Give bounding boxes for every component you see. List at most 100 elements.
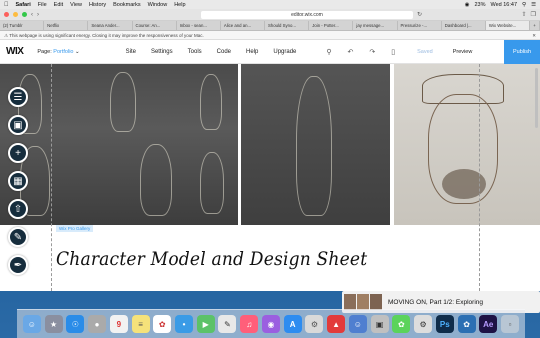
utility-icon[interactable]: ⚙ (414, 315, 433, 333)
chevron-down-icon: ⌄ (75, 48, 80, 55)
gallery-image-figures[interactable] (0, 64, 238, 225)
background-icon[interactable]: ▣ (8, 115, 28, 135)
tab-course[interactable]: Course: An... (133, 21, 177, 30)
tab-inbox[interactable]: Inbox - sean... (177, 21, 221, 30)
calendar-icon[interactable]: 9 (109, 315, 128, 333)
reload-icon[interactable]: ↻ (417, 11, 422, 18)
pen-icon[interactable]: ✒ (8, 255, 28, 275)
launchpad-icon[interactable]: ★ (44, 315, 63, 333)
photos-icon[interactable]: ✿ (153, 315, 172, 333)
tab-pressurize[interactable]: Pressurize -... (398, 21, 442, 30)
apple-menu-icon[interactable]:  (4, 2, 9, 8)
notification-text: MOVING ON, Part 1/2: Exploring (388, 298, 484, 306)
preview-button[interactable]: Preview (453, 49, 473, 55)
nav-help[interactable]: Help (246, 49, 258, 55)
share-icon[interactable]: ⇧ (522, 11, 527, 18)
red-app-icon[interactable]: ▲ (327, 315, 346, 333)
page-label: Page: (37, 48, 52, 55)
energy-warning-text: This webpage is using significant energy… (9, 33, 204, 38)
address-bar[interactable]: editor.wix.com (201, 10, 413, 19)
menu-window[interactable]: Window (148, 2, 168, 8)
close-warning-icon[interactable]: ✕ (532, 31, 536, 40)
battery-percent[interactable]: 23% (475, 2, 486, 8)
menu-help[interactable]: Help (174, 2, 185, 8)
facetime-icon[interactable]: ▶ (196, 315, 215, 333)
mobile-view-icon[interactable]: ▯ (391, 48, 395, 56)
green-app-icon[interactable]: ✿ (392, 315, 411, 333)
photoshop-icon[interactable]: Ps (435, 315, 454, 333)
guide-line-right (479, 64, 480, 291)
add-apps-icon[interactable]: ▦ (8, 171, 28, 191)
messages-icon[interactable]: • (175, 315, 193, 333)
forward-icon[interactable]: › (37, 12, 39, 18)
menu-view[interactable]: View (70, 2, 82, 8)
butterfly-app-icon[interactable]: ✿ (457, 315, 476, 333)
menu-bookmarks[interactable]: Bookmarks (113, 2, 141, 8)
wix-logo[interactable]: WIX (6, 46, 24, 57)
settings-icon[interactable]: ⚙ (305, 315, 324, 333)
app-store-icon[interactable]: A (283, 315, 302, 333)
tab-jay[interactable]: jay message... (353, 21, 398, 30)
safari-icon[interactable]: ☉ (66, 315, 85, 333)
tab-netflix[interactable]: Netflix (44, 21, 89, 30)
notes-icon[interactable]: ≡ (131, 315, 150, 333)
pages-icon[interactable]: ✎ (218, 315, 237, 333)
gallery-image-portrait[interactable] (394, 64, 540, 225)
upload-icon[interactable]: ⇧ (8, 199, 28, 219)
zoom-icon[interactable]: ⚲ (326, 48, 331, 56)
blog-icon[interactable]: ✎ (8, 227, 28, 247)
show-tabs-icon[interactable]: ❐ (531, 11, 536, 18)
editor-canvas[interactable]: Wix Pro Gallery Character Model and Desi… (0, 64, 540, 291)
macos-menu-bar:  Safari File Edit View History Bookmark… (0, 0, 540, 9)
warning-icon: ⚠ (4, 33, 9, 38)
photos-app-icon[interactable]: ● (88, 315, 107, 333)
clock[interactable]: Wed 16:47 (491, 2, 518, 8)
scrollbar[interactable] (535, 68, 538, 128)
menu-history[interactable]: History (89, 2, 106, 8)
publish-button[interactable]: Publish (504, 40, 540, 64)
tab-alice[interactable]: Alice and an... (221, 21, 266, 30)
after-effects-icon[interactable]: Ae (479, 315, 498, 333)
menu-edit[interactable]: Edit (54, 2, 63, 8)
tab-should[interactable]: Should Syno... (265, 21, 310, 30)
safari-window: ‹ › editor.wix.com ↻ ⇧ ❐ (2) Tumblr Netf… (0, 9, 540, 291)
nav-tools[interactable]: Tools (188, 49, 202, 55)
nav-code[interactable]: Code (217, 49, 231, 55)
page-heading[interactable]: Character Model and Design Sheet (56, 248, 367, 270)
tab-wix-website[interactable]: Wix Website... (485, 21, 531, 30)
finder-icon[interactable]: ☺ (22, 315, 41, 333)
menu-list-icon[interactable]: ☰ (531, 2, 536, 8)
saved-status: Saved (417, 48, 433, 55)
menu-app-name[interactable]: Safari (16, 2, 31, 8)
tab-tumblr[interactable]: (2) Tumblr (0, 21, 45, 30)
wix-tools: ⚲ ↶ ↷ ▯ (326, 48, 395, 56)
page-selector[interactable]: Page: Portfolio ⌄ (37, 49, 79, 55)
nav-upgrade[interactable]: Upgrade (273, 49, 296, 55)
music-icon[interactable]: ♫ (240, 315, 259, 333)
trash-icon[interactable]: ▫ (501, 315, 520, 333)
new-tab-icon[interactable]: + (530, 21, 540, 30)
wix-nav: Site Settings Tools Code Help Upgrade (126, 49, 297, 55)
photo-booth-icon[interactable]: ☺ (348, 315, 367, 333)
podcasts-icon[interactable]: ◉ (261, 315, 280, 333)
undo-icon[interactable]: ↶ (348, 48, 354, 56)
tab-dashboard[interactable]: Dashboard |... (442, 21, 486, 30)
browser-toolbar: ‹ › editor.wix.com ↻ ⇧ ❐ (0, 9, 540, 21)
menus-pages-icon[interactable]: ☰ (8, 87, 28, 107)
search-icon[interactable]: ⚲ (522, 2, 526, 8)
gallery-image-figure[interactable] (241, 64, 390, 225)
close-window-button[interactable] (4, 12, 9, 17)
nav-settings[interactable]: Settings (151, 49, 173, 55)
gallery-tag[interactable]: Wix Pro Gallery (56, 225, 94, 232)
redo-icon[interactable]: ↷ (369, 48, 375, 56)
minimize-window-button[interactable] (13, 12, 18, 17)
wifi-icon[interactable]: ◉ (465, 2, 470, 8)
back-icon[interactable]: ‹ (31, 12, 33, 18)
menu-file[interactable]: File (38, 2, 47, 8)
tab-seana[interactable]: Seana Ander... (88, 21, 133, 30)
nav-site[interactable]: Site (126, 49, 136, 55)
zoom-window-button[interactable] (22, 12, 27, 17)
preview-app-icon[interactable]: ▣ (370, 315, 389, 333)
tab-join[interactable]: Join - Potter... (309, 21, 354, 30)
add-icon[interactable]: + (8, 143, 28, 163)
